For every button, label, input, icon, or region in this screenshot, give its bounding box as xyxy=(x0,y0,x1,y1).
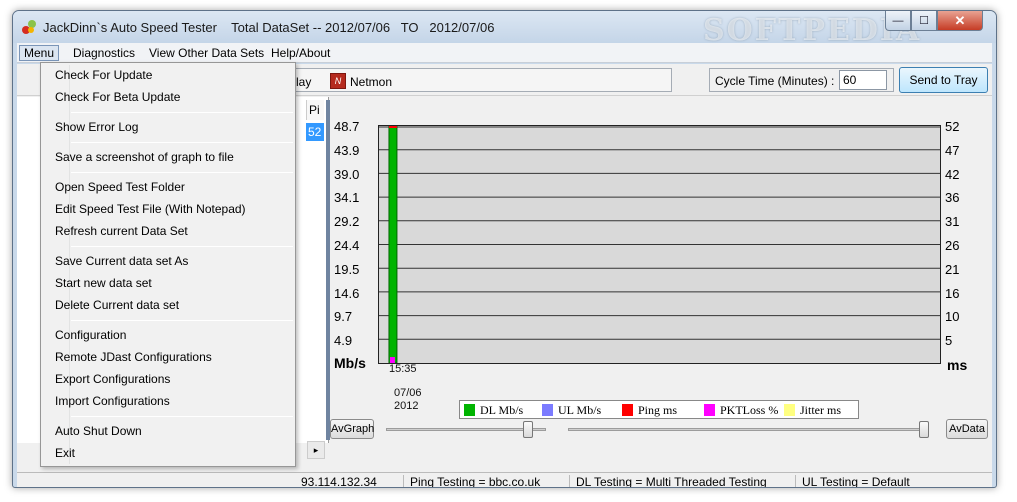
status-ul-testing: UL Testing = Default xyxy=(795,475,985,487)
menu-dropdown: Check For Update Check For Beta Update Sho… xyxy=(40,62,296,467)
selected-list-item[interactable]: 52 xyxy=(306,123,324,141)
status-ping-testing: Ping Testing = bbc.co.uk xyxy=(403,475,567,487)
netmon-button[interactable]: Netmon xyxy=(350,75,392,89)
play-button-label[interactable]: lay xyxy=(296,75,311,89)
right-tick-label: 16 xyxy=(945,285,960,301)
menu-separator xyxy=(71,172,293,173)
legend-dl: DL Mb/s xyxy=(464,403,523,418)
av-data-button[interactable]: AvData xyxy=(946,419,988,439)
legend-swatch-ping xyxy=(622,404,633,416)
left-axis-unit: Mb/s xyxy=(334,355,366,371)
x-year-label: 2012 xyxy=(394,400,419,412)
menu-item-start-new-data-set[interactable]: Start new data set xyxy=(55,273,152,293)
right-tick-label: 5 xyxy=(945,333,953,349)
av-graph-button[interactable]: AvGraph xyxy=(330,419,374,439)
menu-item-edit-speed-test-file-with-notepad[interactable]: Edit Speed Test File (With Notepad) xyxy=(55,199,246,219)
close-button[interactable]: ✕ xyxy=(937,11,983,31)
menu-item-save-current-data-set-as[interactable]: Save Current data set As xyxy=(55,251,188,271)
legend-swatch-dl xyxy=(464,404,475,416)
menu-item-export-configurations[interactable]: Export Configurations xyxy=(55,369,170,389)
legend-label-ping: Ping ms xyxy=(638,403,678,417)
legend-label-ul: UL Mb/s xyxy=(558,403,602,417)
left-tick-label: 29.2 xyxy=(334,214,360,230)
cycle-time-label: Cycle Time (Minutes) : xyxy=(715,74,835,88)
right-tick-label: 31 xyxy=(945,214,960,230)
left-tick-label: 43.9 xyxy=(334,142,360,158)
menu-separator xyxy=(71,416,293,417)
left-tick-label: 48.7 xyxy=(334,119,360,134)
maximize-button[interactable]: ☐ xyxy=(911,11,937,31)
x-time-label: 15:35 xyxy=(389,363,417,375)
menu-item-check-for-update[interactable]: Check For Update xyxy=(55,65,152,85)
left-tick-label: 24.4 xyxy=(334,238,360,253)
legend-label-pktloss: PKTLoss % xyxy=(720,403,779,417)
left-tick-label: 19.5 xyxy=(334,261,360,277)
ping-marker xyxy=(388,126,397,128)
menu-item-remote-jdast-configurations[interactable]: Remote JDast Configurations xyxy=(55,347,212,367)
x-date-label: 07/06 xyxy=(394,387,422,399)
legend-label-jitter: Jitter ms xyxy=(800,403,841,417)
right-tick-label: 47 xyxy=(945,142,960,158)
menu-item-import-configurations[interactable]: Import Configurations xyxy=(55,391,170,411)
column-header[interactable]: Pi xyxy=(306,100,324,120)
menu-menu[interactable]: Menu xyxy=(19,45,60,61)
menu-item-exit[interactable]: Exit xyxy=(55,443,75,463)
minimize-button[interactable]: — xyxy=(885,11,911,31)
app-icon xyxy=(22,20,36,34)
menu-item-auto-shut-down[interactable]: Auto Shut Down xyxy=(55,421,142,441)
left-tick-label: 9.7 xyxy=(334,309,353,325)
right-axis-unit: ms xyxy=(947,357,968,373)
menu-separator xyxy=(71,142,293,143)
menu-separator xyxy=(71,320,293,321)
legend-ul: UL Mb/s xyxy=(542,403,601,418)
right-slider-thumb[interactable] xyxy=(919,421,929,438)
netmon-icon[interactable]: N xyxy=(330,73,346,89)
graph-area: Mb/s ms 15:35 07/06 2012 48.7 43.9 39.0 34.… xyxy=(330,97,992,440)
status-dl-testing: DL Testing = Multi Threaded Testing xyxy=(569,475,791,487)
right-tick-label: 36 xyxy=(945,190,960,206)
legend-swatch-jitter xyxy=(784,404,795,416)
menu-diagnostics[interactable]: Diagnostics xyxy=(69,45,139,61)
dl-bar xyxy=(388,126,398,363)
left-slider-track[interactable] xyxy=(386,428,546,431)
menu-view-other-data-sets[interactable]: View Other Data Sets xyxy=(145,45,268,61)
scroll-right-icon[interactable]: ▸ xyxy=(307,441,325,459)
right-tick-label: 42 xyxy=(945,166,960,182)
menu-item-save-a-screenshot-of-graph-to-file[interactable]: Save a screenshot of graph to file xyxy=(55,147,234,167)
window-title: JackDinn`s Auto Speed Tester Total DataS… xyxy=(43,20,495,35)
title-bar[interactable]: JackDinn`s Auto Speed Tester Total DataS… xyxy=(13,11,996,48)
left-tick-label: 39.0 xyxy=(334,166,360,182)
legend-jitter: Jitter ms xyxy=(784,403,841,418)
menu-item-refresh-current-data-set[interactable]: Refresh current Data Set xyxy=(55,221,188,241)
menu-separator xyxy=(71,112,293,113)
legend-label-dl: DL Mb/s xyxy=(480,403,524,417)
status-bar: 93.114.132.34 Ping Testing = bbc.co.uk D… xyxy=(17,472,992,488)
left-slider-thumb[interactable] xyxy=(523,421,533,438)
legend-swatch-pktloss xyxy=(704,404,715,416)
menu-help-about[interactable]: Help/About xyxy=(267,45,334,61)
right-tick-label: 21 xyxy=(945,261,960,277)
menu-bar: Menu Diagnostics View Other Data Sets He… xyxy=(17,43,992,63)
menu-item-configuration[interactable]: Configuration xyxy=(55,325,126,345)
left-tick-label: 34.1 xyxy=(334,190,360,206)
right-tick-label: 26 xyxy=(945,238,960,253)
menu-item-check-for-beta-update[interactable]: Check For Beta Update xyxy=(55,87,180,107)
status-ip: 93.114.132.34 xyxy=(301,475,377,488)
legend: DL Mb/s UL Mb/s Ping ms PKTLoss % Jitter… xyxy=(459,400,859,419)
legend-swatch-ul xyxy=(542,404,553,416)
send-to-tray-button[interactable]: Send to Tray xyxy=(899,67,988,93)
right-tick-label: 52 xyxy=(945,119,960,134)
left-tick-label: 14.6 xyxy=(334,285,360,301)
legend-pktloss: PKTLoss % xyxy=(704,403,778,418)
menu-separator xyxy=(71,246,293,247)
left-tick-label: 4.9 xyxy=(334,333,353,349)
legend-ping: Ping ms xyxy=(622,403,677,418)
right-slider-track[interactable] xyxy=(568,428,928,431)
right-tick-label: 10 xyxy=(945,309,960,325)
menu-item-show-error-log[interactable]: Show Error Log xyxy=(55,117,138,137)
menu-item-delete-current-data-set[interactable]: Delete Current data set xyxy=(55,295,179,315)
menu-item-open-speed-test-folder[interactable]: Open Speed Test Folder xyxy=(55,177,185,197)
speed-chart xyxy=(378,125,941,364)
cycle-time-input[interactable] xyxy=(839,70,887,90)
